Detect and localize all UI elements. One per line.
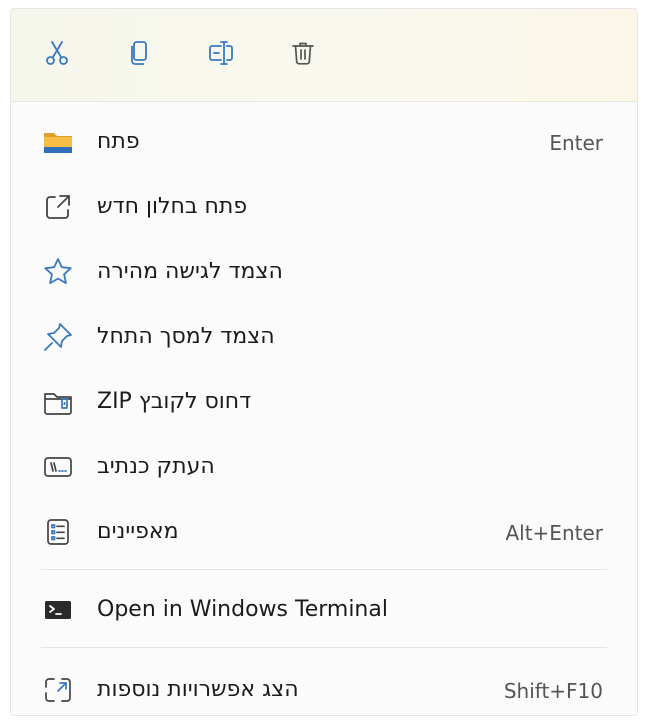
menu-item-open[interactable]: פתח Enter xyxy=(11,111,637,171)
copy-button[interactable] xyxy=(119,33,159,73)
shortcut-text: Enter xyxy=(549,131,603,155)
menu-item-label: פתח xyxy=(97,129,140,154)
shortcut-text: Alt+Enter xyxy=(505,521,603,545)
menu-item-open-new-window[interactable]: פתח בחלון חדש xyxy=(11,176,637,236)
cut-button[interactable] xyxy=(37,33,77,73)
menu-item-pin-start[interactable]: הצמד למסך התחל xyxy=(11,306,637,366)
menu-item-show-more-options[interactable]: הצג אפשרויות נוספות Shift+F10 xyxy=(11,659,637,715)
rename-icon xyxy=(209,41,233,65)
menu-item-label: דחוס לקובץ ZIP xyxy=(97,389,252,414)
menu-item-label: הצמד למסך התחל xyxy=(97,324,275,349)
menu-item-label: פתח בחלון חדש xyxy=(97,194,248,219)
open-new-window-icon xyxy=(41,190,75,224)
terminal-icon xyxy=(41,593,75,627)
properties-icon xyxy=(41,515,75,549)
menu-item-properties[interactable]: מאפיינים Alt+Enter xyxy=(11,501,637,561)
menu-item-label: הצמד לגישה מהירה xyxy=(97,259,283,284)
context-menu: פתח Enter פתח בחלון חדש הצמד לגישה מהירה xyxy=(10,8,638,716)
more-options-icon xyxy=(41,673,75,707)
quick-actions-toolbar xyxy=(11,9,637,102)
zip-icon xyxy=(41,385,75,419)
menu-item-label: הצג אפשרויות נוספות xyxy=(97,677,299,702)
menu-separator xyxy=(41,569,607,570)
cut-icon xyxy=(46,41,68,65)
delete-icon xyxy=(292,42,314,65)
menu-item-label: Open in Windows Terminal xyxy=(97,597,388,622)
copy-icon xyxy=(131,41,147,65)
delete-button[interactable] xyxy=(283,33,323,73)
menu-item-pin-quick-access[interactable]: הצמד לגישה מהירה xyxy=(11,241,637,301)
menu-item-copy-path[interactable]: העתק כנתיב xyxy=(11,436,637,496)
menu-separator xyxy=(41,647,607,648)
menu-item-compress-zip[interactable]: דחוס לקובץ ZIP xyxy=(11,371,637,431)
shortcut-text: Shift+F10 xyxy=(503,679,603,703)
menu-item-label: העתק כנתיב xyxy=(97,454,215,479)
copy-path-icon xyxy=(41,450,75,484)
menu-item-open-terminal[interactable]: Open in Windows Terminal xyxy=(11,579,637,639)
pin-icon xyxy=(41,320,75,354)
menu-item-label: מאפיינים xyxy=(97,519,179,544)
rename-button[interactable] xyxy=(201,33,241,73)
star-icon xyxy=(41,255,75,289)
folder-icon xyxy=(41,125,75,159)
